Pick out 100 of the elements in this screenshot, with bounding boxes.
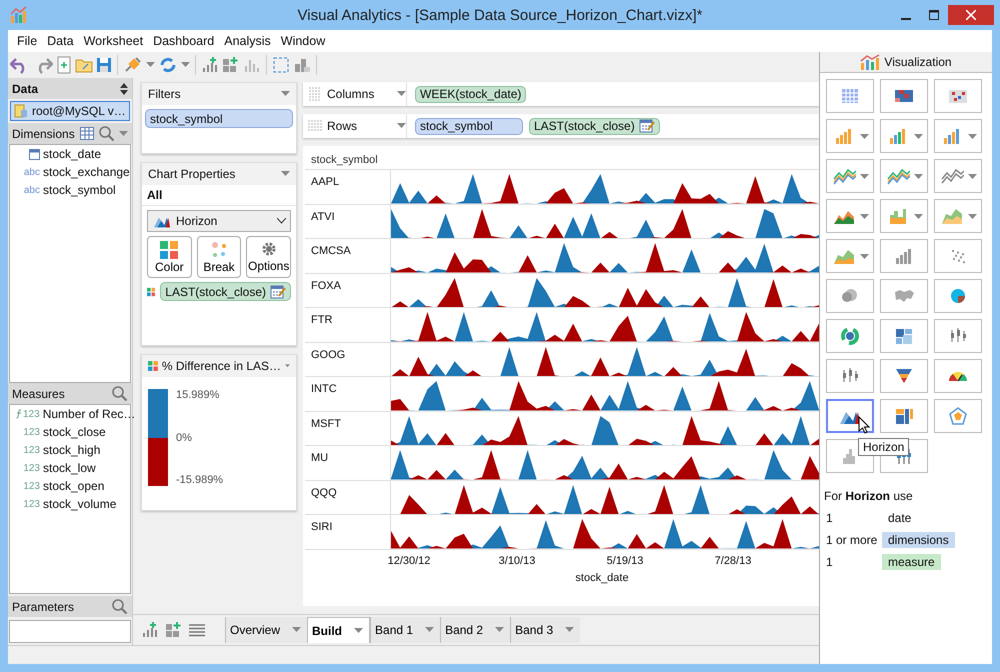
measure-field[interactable]: stock_volume — [43, 497, 116, 511]
chart-type-dropdown[interactable]: Horizon — [147, 210, 291, 232]
axis-tick-label: 7/28/13 — [714, 554, 752, 566]
maximize-icon — [929, 10, 939, 20]
search-icon[interactable] — [111, 598, 128, 615]
menu-item[interactable]: File — [12, 34, 42, 48]
field-pill[interactable]: LAST(stock_close) — [529, 118, 660, 134]
dropdown-caret-icon[interactable] — [181, 62, 190, 68]
caret-icon[interactable] — [281, 91, 290, 97]
menu-item[interactable]: Window — [276, 34, 330, 48]
plug-icon[interactable] — [123, 56, 143, 74]
property-button[interactable]: Color — [147, 236, 192, 278]
color-squares-icon — [160, 240, 178, 258]
sheet-tab[interactable]: Build — [307, 617, 370, 643]
color-field-pill[interactable]: LAST(stock_close) — [160, 282, 291, 301]
table-view-icon[interactable] — [80, 127, 94, 140]
type-label: abc — [24, 166, 40, 178]
property-button[interactable]: Break — [196, 236, 242, 278]
dropdown-caret-icon[interactable] — [119, 130, 128, 136]
add-chart-icon[interactable] — [141, 621, 159, 639]
add-dashboard-icon[interactable] — [165, 621, 183, 639]
list-icon[interactable] — [189, 623, 205, 637]
measure-field[interactable]: stock_low — [43, 461, 96, 475]
dimension-field[interactable]: stock_date — [43, 147, 102, 161]
search-icon[interactable] — [98, 125, 115, 142]
row-label: MU — [305, 446, 391, 480]
type-label: 123 — [23, 408, 40, 420]
field-pill[interactable]: stock_symbol — [415, 118, 523, 134]
caret-icon[interactable] — [397, 123, 406, 129]
caret-icon — [354, 628, 364, 634]
caret-icon[interactable] — [285, 363, 290, 369]
property-button[interactable]: Options — [246, 236, 292, 278]
add-dashboard-icon[interactable] — [222, 56, 240, 74]
caret-icon[interactable] — [397, 91, 406, 97]
caret-icon — [495, 627, 504, 633]
chart-type-option[interactable] — [826, 399, 874, 433]
line-chart-icon — [832, 166, 856, 186]
menu-item[interactable]: Data — [42, 34, 79, 48]
dropdown-caret-icon[interactable] — [914, 174, 923, 180]
search-icon[interactable] — [111, 385, 128, 402]
menu-item[interactable]: Dashboard — [148, 34, 220, 48]
sheet-tab[interactable]: Band 3 — [510, 617, 580, 643]
dropdown-caret-icon[interactable] — [860, 214, 869, 220]
data-panel-title: Data — [12, 82, 40, 96]
dimension-field[interactable]: stock_symbol — [43, 183, 116, 197]
usage-title: For Horizon use — [824, 489, 913, 503]
sort-arrows-icon[interactable] — [120, 82, 128, 94]
field-pill[interactable]: WEEK(stock_date) — [415, 86, 526, 102]
row-label: FOXA — [305, 274, 391, 307]
dropdown-caret-icon[interactable] — [968, 174, 977, 180]
save-icon[interactable] — [96, 56, 112, 74]
calculator-edit-icon[interactable] — [270, 284, 286, 298]
measure-field[interactable]: stock_close — [43, 425, 106, 439]
dropdown-caret-icon[interactable] — [860, 134, 869, 140]
dropdown-caret-icon[interactable] — [860, 254, 869, 260]
donut-chart-icon — [838, 326, 862, 346]
shelf-label: Rows — [327, 119, 358, 133]
sheet-tab[interactable]: Overview — [225, 617, 308, 643]
visualization-title: Visualization — [884, 55, 952, 69]
caret-icon[interactable] — [281, 171, 290, 177]
type-label: 123 — [23, 462, 40, 474]
area-chart-icon — [940, 206, 964, 226]
sheet-tab[interactable]: Band 2 — [440, 617, 510, 643]
legend-label: 15.989% — [176, 389, 220, 401]
requirement-item: measure — [882, 554, 941, 570]
type-label: 123 — [23, 498, 40, 510]
tooltip: Horizon — [858, 438, 910, 456]
data-source-name: root@MySQL v… — [32, 104, 126, 118]
dropdown-caret-icon[interactable] — [968, 134, 977, 140]
parameters-title: Parameters — [12, 600, 76, 614]
settings-icon — [260, 241, 277, 257]
sheet-tab[interactable]: Band 1 — [370, 617, 440, 643]
filters-title: Filters — [148, 87, 182, 101]
dropdown-caret-icon[interactable] — [146, 62, 155, 68]
scope-label: All — [142, 185, 296, 206]
dropdown-caret-icon[interactable] — [914, 214, 923, 220]
close-button[interactable] — [948, 5, 994, 25]
dropdown-caret-icon[interactable] — [968, 214, 977, 220]
new-file-icon[interactable] — [56, 56, 72, 74]
close-icon — [966, 10, 976, 20]
dropdown-caret-icon[interactable] — [860, 174, 869, 180]
refresh-icon[interactable] — [158, 56, 178, 74]
measure-field[interactable]: Number of Rec… — [42, 407, 136, 421]
measure-field[interactable]: stock_high — [43, 443, 100, 457]
measure-field[interactable]: stock_open — [43, 479, 104, 493]
chart-icon[interactable] — [293, 56, 311, 74]
menu-item[interactable]: Worksheet — [78, 34, 148, 48]
caret-icon — [565, 627, 574, 633]
selection-icon[interactable] — [272, 56, 290, 74]
chart-properties-title: Chart Properties — [148, 167, 236, 181]
dimension-field[interactable]: stock_exchange — [43, 165, 130, 179]
add-chart-icon[interactable] — [201, 56, 219, 74]
dropdown-caret-icon[interactable] — [914, 134, 923, 140]
database-icon — [14, 104, 28, 118]
menu-item[interactable]: Analysis — [219, 34, 276, 48]
data-source-item[interactable]: root@MySQL v… — [10, 101, 130, 121]
row-label: QQQ — [305, 480, 391, 514]
filter-pill[interactable]: stock_symbol — [145, 109, 293, 128]
calculator-edit-icon[interactable] — [638, 119, 655, 133]
visualization-icon — [860, 54, 880, 70]
